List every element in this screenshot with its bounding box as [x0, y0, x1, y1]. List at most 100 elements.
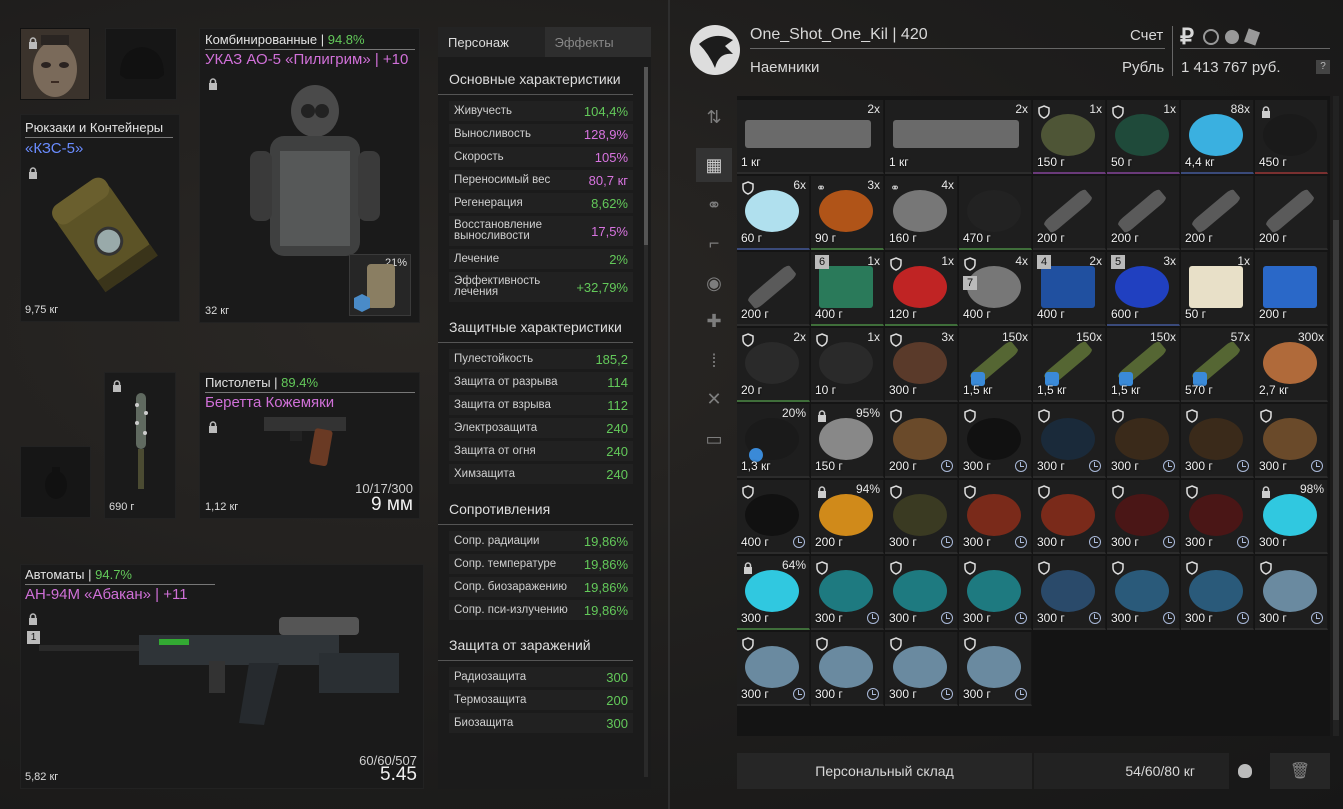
- item-quantity: 4x: [1015, 254, 1028, 268]
- inventory-item[interactable]: 150x 1,5 кг: [959, 328, 1032, 402]
- inventory-item[interactable]: 300 г: [1107, 404, 1180, 478]
- inventory-item[interactable]: 200 г: [1181, 176, 1254, 250]
- inventory-item[interactable]: 300 г: [811, 556, 884, 630]
- stat-label: Эффективность лечения: [454, 275, 541, 298]
- trash-button[interactable]: 🗑: [1270, 753, 1330, 789]
- ruble-icon[interactable]: ₽: [1180, 24, 1194, 50]
- inventory-item[interactable]: 300 г: [1033, 404, 1106, 478]
- item-weight: 400 г: [1037, 307, 1065, 321]
- inventory-item[interactable]: 200 г: [1255, 252, 1328, 326]
- inventory-item[interactable]: 2x 20 г: [737, 328, 810, 402]
- inventory-item[interactable]: 6 1x 400 г: [811, 252, 884, 326]
- inventory-item[interactable]: 300 г: [885, 556, 958, 630]
- inventory-item[interactable]: 1x 50 г: [1107, 100, 1180, 174]
- inventory-item[interactable]: 300 г: [1181, 404, 1254, 478]
- faction: Наемники: [750, 59, 820, 76]
- armor-slot[interactable]: Комбинированные | 94.8% УКАЗ АО-5 «Пилиг…: [199, 28, 420, 323]
- link-icon[interactable]: ⚭: [696, 188, 732, 222]
- lock-icon: [1260, 485, 1272, 499]
- inventory-item[interactable]: 300 г: [1107, 556, 1180, 630]
- inventory-item[interactable]: 7 4x 400 г: [959, 252, 1032, 326]
- inventory-grid[interactable]: 2x 1 кг 2x 1 кг 1x 150 г 1x 50 г 88x 4,4 кг 450 г6…: [737, 96, 1330, 736]
- item-quantity: 3x: [1163, 254, 1176, 268]
- inventory-item[interactable]: 150x 1,5 кг: [1107, 328, 1180, 402]
- tools-filter-icon[interactable]: ✕: [696, 382, 732, 416]
- inventory-item[interactable]: 200 г: [1033, 176, 1106, 250]
- inventory-item[interactable]: 88x 4,4 кг: [1181, 100, 1254, 174]
- inventory-item[interactable]: 2x 1 кг: [737, 100, 884, 174]
- sort-icon[interactable]: ⇅: [696, 100, 732, 134]
- ammo-filter-icon[interactable]: ⁞: [696, 344, 732, 378]
- inventory-item[interactable]: 300 г: [1107, 480, 1180, 554]
- stats-scrollbar-thumb[interactable]: [644, 67, 648, 245]
- inventory-item[interactable]: 300 г: [811, 632, 884, 706]
- inventory-item[interactable]: 94% 200 г: [811, 480, 884, 554]
- inventory-item[interactable]: 64% 300 г: [737, 556, 810, 630]
- tab-effects[interactable]: Эффекты: [544, 27, 651, 57]
- inventory-item[interactable]: 20% 1,3 кг: [737, 404, 810, 478]
- inventory-item[interactable]: 1x 120 г: [885, 252, 958, 326]
- inventory-item[interactable]: 300 г: [959, 404, 1032, 478]
- inventory-item[interactable]: 6x 60 г: [737, 176, 810, 250]
- inventory-item[interactable]: 200 г: [885, 404, 958, 478]
- inventory-item[interactable]: 300 г: [1181, 480, 1254, 554]
- eagle-logo-icon: [690, 25, 740, 75]
- inventory-item[interactable]: 450 г: [1255, 100, 1328, 174]
- pistol-slot[interactable]: Пистолеты | 89.4% Беретта Кожемяки 10/17…: [199, 372, 420, 519]
- medkit-filter-icon[interactable]: ✚: [696, 304, 732, 338]
- inventory-item[interactable]: 150x 1,5 кг: [1033, 328, 1106, 402]
- inventory-item[interactable]: 200 г: [1255, 176, 1328, 250]
- detector-slot[interactable]: [20, 446, 91, 518]
- melee-slot[interactable]: 690 г: [104, 372, 176, 519]
- inventory-item[interactable]: ⚭ 3x 90 г: [811, 176, 884, 250]
- inventory-item[interactable]: 300x 2,7 кг: [1255, 328, 1328, 402]
- inventory-item[interactable]: 470 г: [959, 176, 1032, 250]
- inventory-item[interactable]: 300 г: [959, 480, 1032, 554]
- inventory-item[interactable]: 98% 300 г: [1255, 480, 1328, 554]
- inventory-item[interactable]: 2x 1 кг: [885, 100, 1032, 174]
- inventory-item[interactable]: ⚭ 4x 160 г: [885, 176, 958, 250]
- item-weight: 300 г: [963, 611, 991, 625]
- inventory-item[interactable]: 300 г: [1181, 556, 1254, 630]
- protected-shield-icon: [1112, 485, 1124, 499]
- inventory-item[interactable]: 5 3x 600 г: [1107, 252, 1180, 326]
- inventory-item[interactable]: 4 2x 400 г: [1033, 252, 1106, 326]
- inventory-item[interactable]: 300 г: [1255, 556, 1328, 630]
- inventory-item[interactable]: 300 г: [1033, 556, 1106, 630]
- container-filter-icon[interactable]: ▭: [696, 422, 732, 456]
- inventory-item[interactable]: 1x 10 г: [811, 328, 884, 402]
- inventory-item[interactable]: 1x 150 г: [1033, 100, 1106, 174]
- inventory-item[interactable]: 300 г: [885, 632, 958, 706]
- helmet-slot[interactable]: [105, 28, 177, 100]
- personal-storage-button[interactable]: Персональный склад: [737, 753, 1032, 789]
- grid-all-icon[interactable]: ▦: [696, 148, 732, 182]
- inventory-item[interactable]: 57x 570 г: [1181, 328, 1254, 402]
- inventory-item[interactable]: 1x 50 г: [1181, 252, 1254, 326]
- inventory-scrollbar-thumb[interactable]: [1333, 220, 1339, 720]
- weapon-filter-icon[interactable]: ⌐: [696, 226, 732, 260]
- balance: 1 413 767 руб.: [1181, 59, 1281, 76]
- inventory-item[interactable]: 95% 150 г: [811, 404, 884, 478]
- character-portrait[interactable]: [20, 28, 90, 100]
- backpack-slot[interactable]: Рюкзаки и Контейнеры «КЗС-5» 9,75 кг: [20, 114, 180, 322]
- inventory-item[interactable]: 200 г: [1107, 176, 1180, 250]
- item-quantity: 98%: [1299, 482, 1324, 496]
- inventory-item[interactable]: 300 г: [1033, 480, 1106, 554]
- inventory-item[interactable]: 3x 300 г: [885, 328, 958, 402]
- tab-character[interactable]: Персонаж: [438, 27, 545, 57]
- inventory-item[interactable]: 300 г: [959, 556, 1032, 630]
- rifle-slot[interactable]: Автоматы | 94.7% АН-94М «Абакан» | +11 1…: [20, 564, 424, 789]
- currency-icons[interactable]: [1202, 28, 1262, 46]
- item-weight: 300 г: [963, 459, 991, 473]
- inventory-item[interactable]: 400 г: [737, 480, 810, 554]
- protected-shield-icon: [890, 257, 902, 271]
- inventory-item[interactable]: 300 г: [737, 632, 810, 706]
- inventory-item[interactable]: 300 г: [885, 480, 958, 554]
- inventory-item[interactable]: 200 г: [737, 252, 810, 326]
- help-button[interactable]: ?: [1316, 60, 1330, 74]
- armor-plate-slot[interactable]: 21%: [349, 254, 411, 316]
- inventory-item[interactable]: 300 г: [1255, 404, 1328, 478]
- inventory-item[interactable]: 300 г: [959, 632, 1032, 706]
- artifact-filter-icon[interactable]: ◉: [696, 266, 732, 300]
- stat-label: Лечение: [454, 253, 500, 265]
